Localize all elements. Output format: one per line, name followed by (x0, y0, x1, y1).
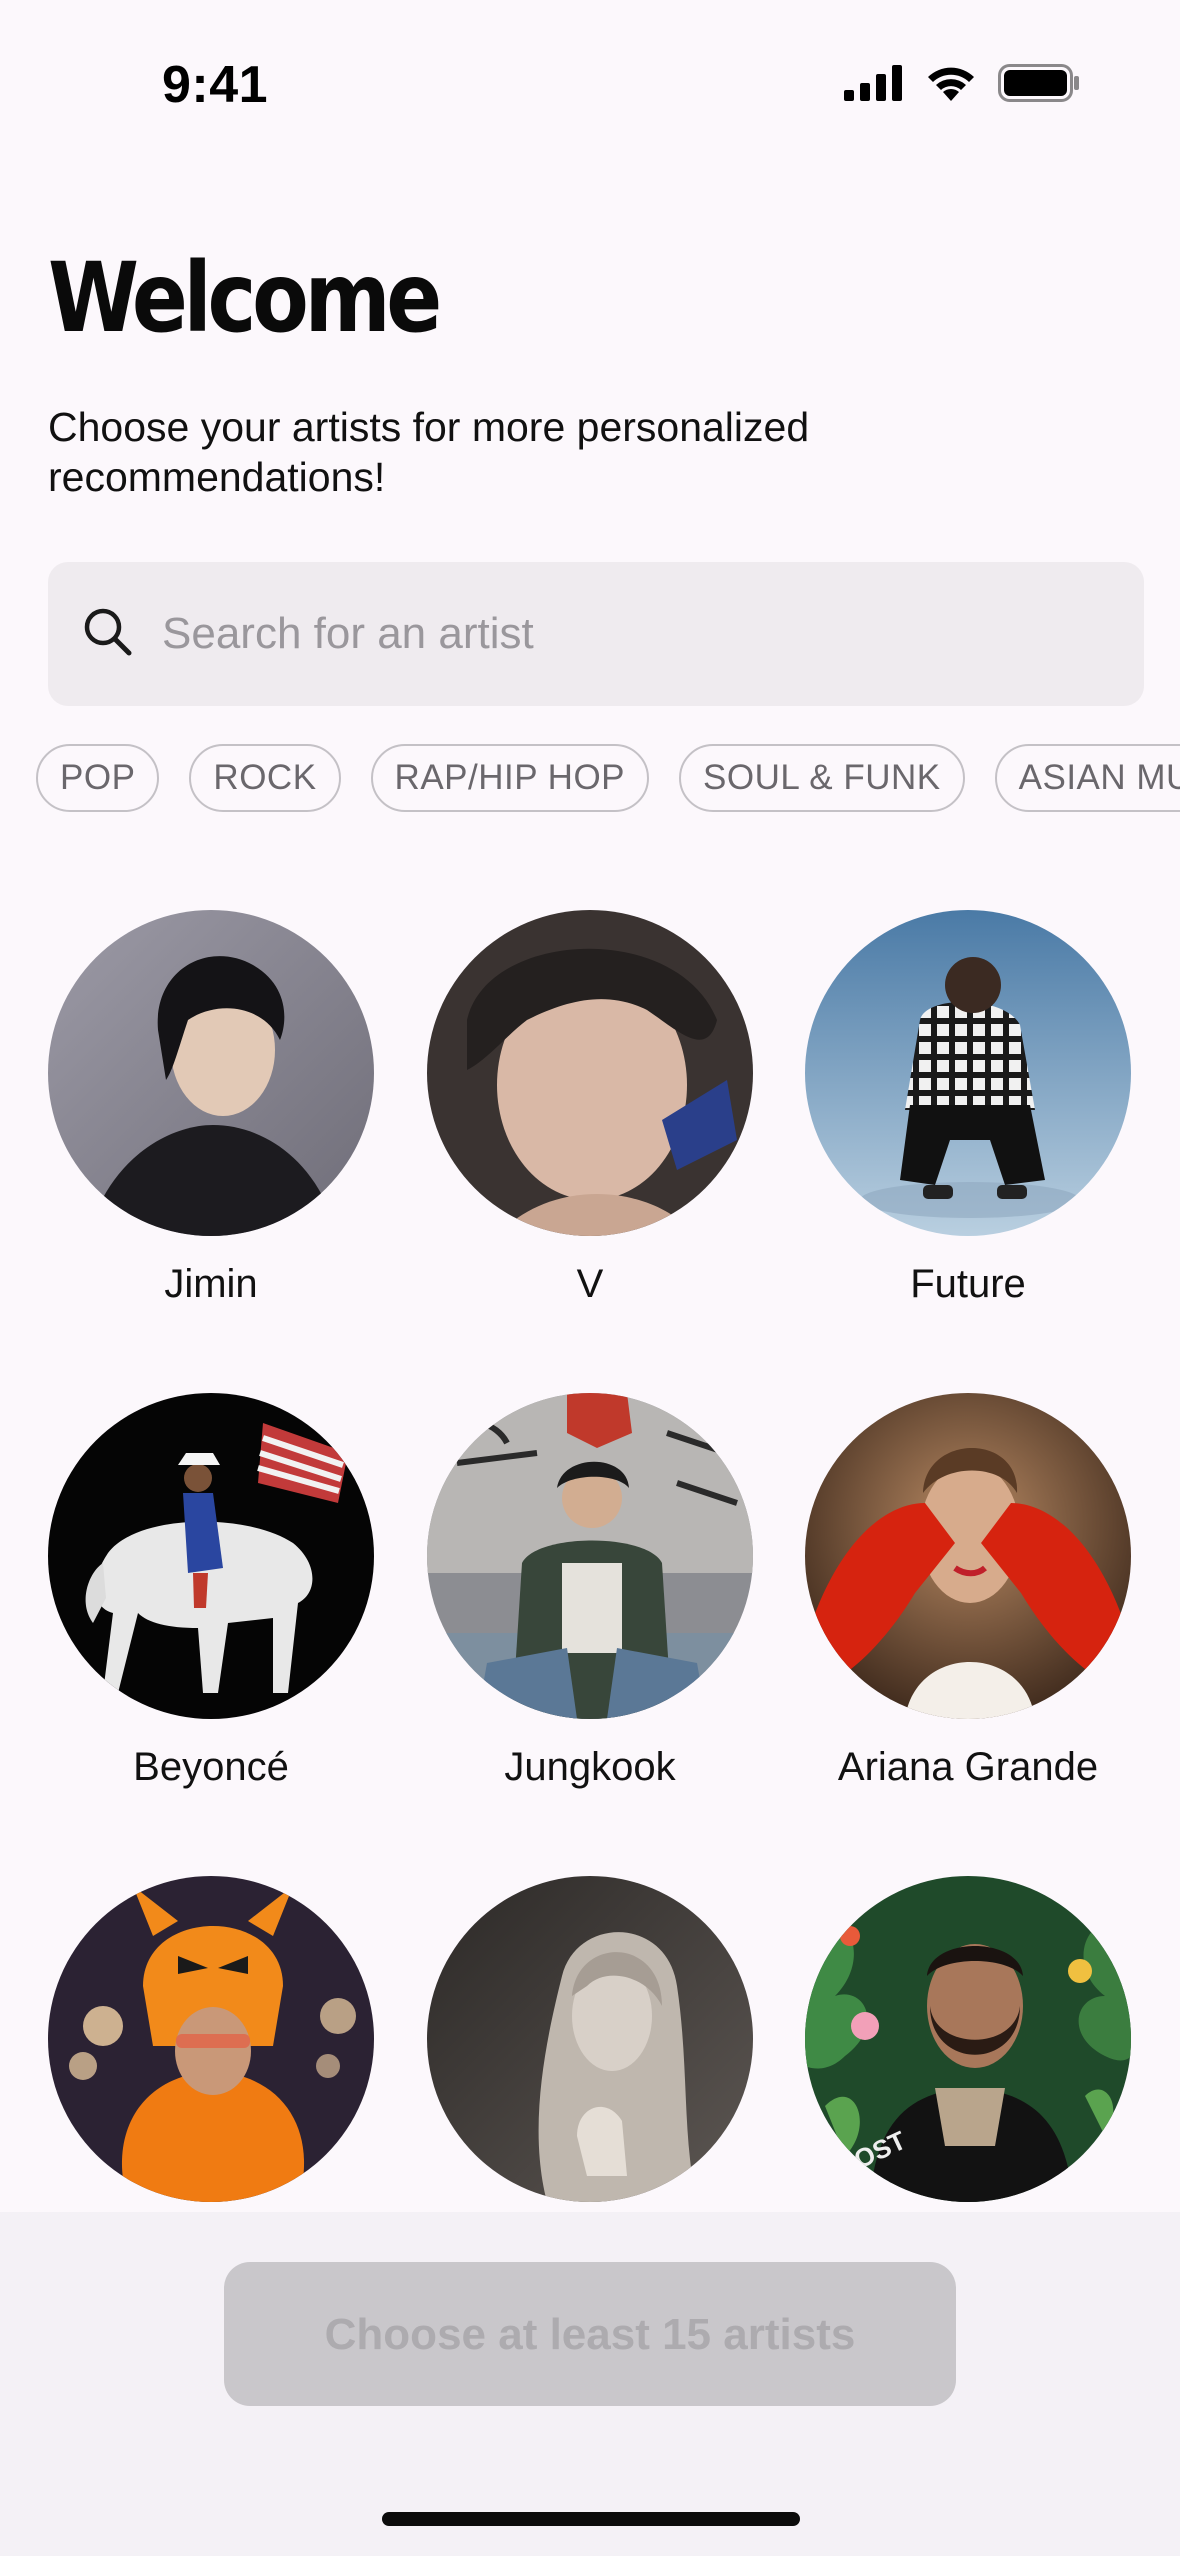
artist-card[interactable]: Jimin (48, 910, 374, 1307)
artist-picker-screen: 9:41 Welcome Choose your artists for mor… (0, 0, 1180, 2556)
status-time: 9:41 (162, 56, 269, 114)
search-input[interactable] (160, 608, 1064, 660)
artist-name: Ariana Grande (837, 1745, 1099, 1789)
artist-name: Future (910, 1262, 1026, 1306)
genre-chip-row: POP ROCK RAP/HIP HOP SOUL & FUNK ASIAN M… (36, 744, 1180, 812)
wifi-icon (926, 65, 976, 106)
artist-photo (48, 1876, 374, 2202)
status-icons (844, 64, 1080, 107)
continue-button[interactable]: Choose at least 15 artists (224, 2262, 956, 2406)
artist-card[interactable]: V (427, 910, 753, 1307)
home-indicator[interactable] (382, 2512, 800, 2526)
battery-icon (998, 64, 1080, 107)
artist-card[interactable]: Jungkook (427, 1393, 753, 1790)
page-subtitle: Choose your artists for more personalize… (48, 404, 810, 500)
genre-chip-pop[interactable]: POP (36, 744, 160, 812)
cellular-signal-icon (844, 65, 904, 106)
genre-chip-soul-funk[interactable]: SOUL & FUNK (679, 744, 965, 812)
artist-photo (805, 910, 1131, 1236)
status-bar: 9:41 (0, 0, 1180, 160)
artist-photo (427, 1876, 753, 2202)
search-icon (82, 606, 134, 663)
artist-photo (427, 910, 753, 1236)
artist-card[interactable]: LOST (805, 1876, 1131, 2228)
artist-card[interactable]: Ariana Grande (805, 1393, 1131, 1790)
artist-photo: LOST (805, 1876, 1131, 2202)
artist-card[interactable] (427, 1876, 753, 2228)
page-title: Welcome (48, 242, 442, 354)
artist-photo (48, 910, 374, 1236)
artist-photo (427, 1393, 753, 1719)
search-bar[interactable] (48, 562, 1144, 706)
artist-photo (48, 1393, 374, 1719)
artist-card[interactable]: Future (805, 910, 1131, 1307)
genre-chip-rap-hip-hop[interactable]: RAP/HIP HOP (370, 744, 650, 812)
artist-card[interactable] (48, 1876, 374, 2228)
artist-photo (805, 1393, 1131, 1719)
artist-card[interactable]: Beyoncé (48, 1393, 374, 1790)
genre-chip-asian-music[interactable]: ASIAN MU (994, 744, 1180, 812)
genre-chip-rock[interactable]: ROCK (189, 744, 341, 812)
